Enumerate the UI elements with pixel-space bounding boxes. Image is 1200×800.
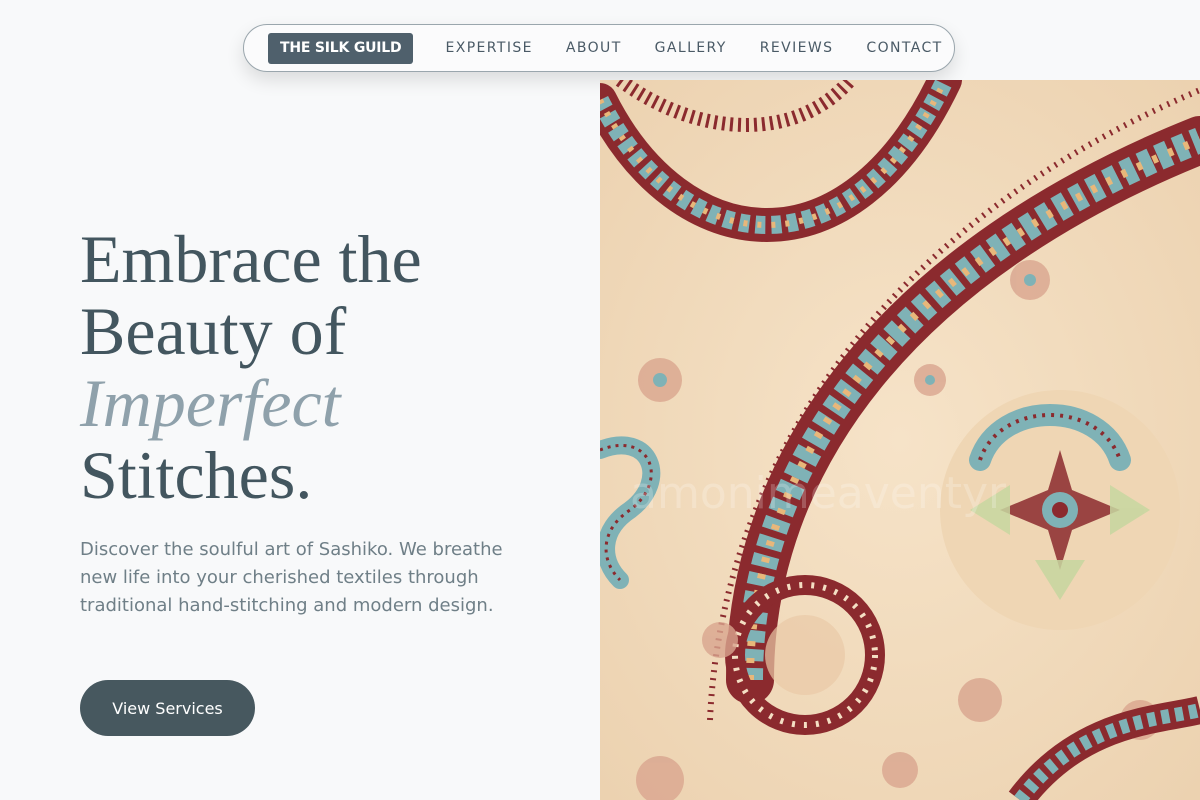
nav-link-expertise[interactable]: EXPERTISE [445, 40, 532, 56]
hero-title-line-4: Stitches. [80, 437, 313, 513]
hero-title-accent: Imperfect [80, 365, 341, 441]
view-services-button[interactable]: View Services [80, 680, 255, 736]
nav-links: EXPERTISE ABOUT GALLERY REVIEWS CONTACT [445, 40, 942, 56]
paisley-pattern-image [600, 80, 1200, 800]
nav-link-gallery[interactable]: GALLERY [655, 40, 727, 56]
nav-link-about[interactable]: ABOUT [566, 40, 622, 56]
hero-title: Embrace the Beauty of Imperfect Stitches… [80, 223, 422, 511]
image-watermark: amonimeaventyr [630, 468, 1007, 519]
hero-image: amonimeaventyr [600, 80, 1200, 800]
nav-link-reviews[interactable]: REVIEWS [760, 40, 834, 56]
hero-description: Discover the soulful art of Sashiko. We … [80, 539, 503, 616]
nav-link-contact[interactable]: CONTACT [866, 40, 942, 56]
brand-logo[interactable]: THE SILK GUILD [268, 32, 414, 64]
top-navigation: THE SILK GUILD EXPERTISE ABOUT GALLERY R… [243, 24, 955, 72]
hero-title-line-2: Beauty of [80, 293, 347, 369]
hero-title-line-1: Embrace the [80, 221, 422, 297]
